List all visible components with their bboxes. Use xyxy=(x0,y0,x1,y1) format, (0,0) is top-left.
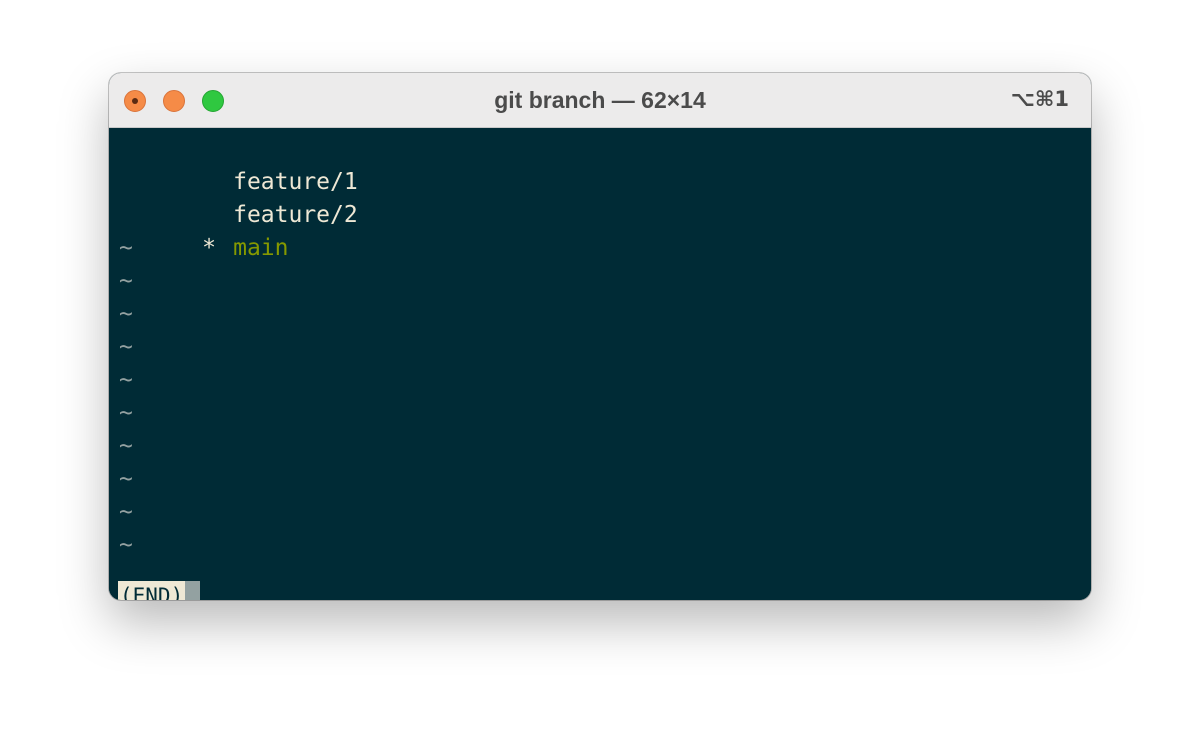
branch-line: feature/2 xyxy=(119,166,358,228)
empty-line-tilde: ~ xyxy=(119,466,133,492)
empty-line-tilde: ~ xyxy=(119,532,133,558)
pager-status: (END) xyxy=(118,581,201,600)
empty-line-tilde: ~ xyxy=(119,433,133,459)
empty-line-tilde: ~ xyxy=(119,400,133,426)
terminal-output[interactable]: feature/1 feature/2 * main ~ ~ ~ ~ ~ ~ ~ … xyxy=(109,129,1091,600)
empty-line-tilde: ~ xyxy=(119,301,133,327)
current-branch-marker: * xyxy=(202,235,216,261)
current-branch-name: main xyxy=(233,235,289,261)
window-shortcut: ⌥⌘1 xyxy=(1010,87,1069,111)
text-cursor xyxy=(185,581,201,600)
branch-line: feature/1 xyxy=(119,133,358,195)
pager-end-indicator: (END) xyxy=(118,581,186,600)
title-bar[interactable]: git branch — 62×14 ⌥⌘1 xyxy=(109,73,1091,128)
empty-line-tilde: ~ xyxy=(119,367,133,393)
empty-line-tilde: ~ xyxy=(119,334,133,360)
empty-line-tilde: ~ xyxy=(119,235,133,261)
branch-line-current: * main xyxy=(119,199,288,261)
empty-line-tilde: ~ xyxy=(119,499,133,525)
empty-line-tilde: ~ xyxy=(119,268,133,294)
terminal-window: git branch — 62×14 ⌥⌘1 feature/1 feature… xyxy=(109,73,1091,600)
window-title: git branch — 62×14 xyxy=(494,87,706,113)
